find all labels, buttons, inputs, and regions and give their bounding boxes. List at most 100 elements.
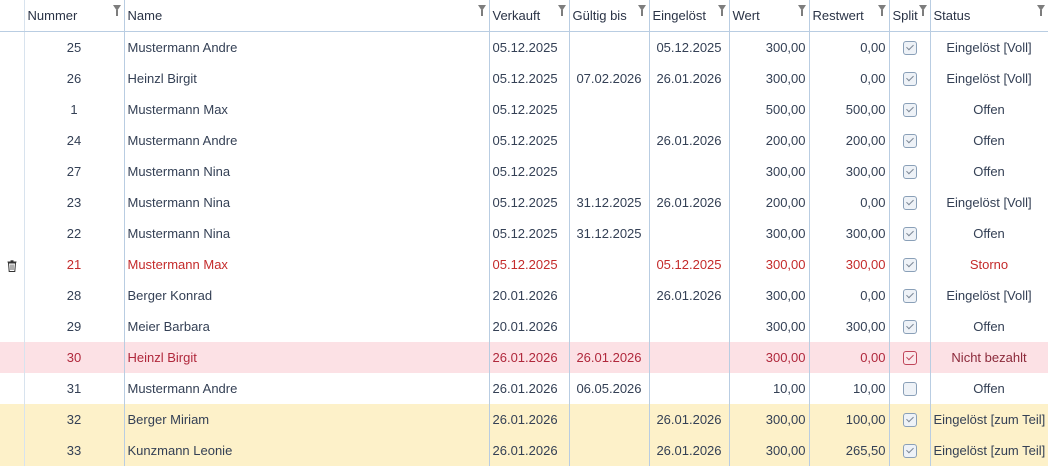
cell-status: Offen	[930, 156, 1048, 187]
cell-name: Mustermann Andre	[124, 31, 490, 63]
cell-gueltig-bis	[569, 249, 650, 280]
cell-wert: 300,00	[729, 311, 810, 342]
cell-name: Mustermann Nina	[124, 156, 490, 187]
cell-gueltig-bis: 31.12.2025	[569, 218, 650, 249]
table-row[interactable]: 21 Mustermann Max 05.12.2025 05.12.2025 300,…	[0, 249, 1048, 280]
split-checkbox[interactable]	[902, 382, 917, 397]
header-label: Nummer	[27, 8, 78, 23]
cell-eingeloest: 26.01.2026	[649, 63, 730, 94]
cell-name: Mustermann Nina	[124, 218, 490, 249]
cell-gueltig-bis	[569, 280, 650, 311]
cell-nummer: 27	[24, 156, 125, 187]
cell-verkauft: 20.01.2026	[489, 311, 570, 342]
header-wert[interactable]: Wert	[729, 0, 810, 32]
voucher-table: Nummer Name Verkauft Gültig bis Eingelös…	[0, 0, 1048, 466]
cell-split	[889, 94, 931, 125]
header-label: Name	[127, 8, 163, 23]
split-checkbox[interactable]	[902, 289, 917, 304]
split-checkbox[interactable]	[902, 165, 917, 180]
row-action-cell	[0, 125, 25, 156]
split-checkbox[interactable]	[902, 227, 917, 242]
filter-icon[interactable]	[112, 5, 121, 16]
table-row[interactable]: 29 Meier Barbara 20.01.2026 300,00 300,00 Off…	[0, 311, 1048, 342]
cell-name: Kunzmann Leonie	[124, 435, 490, 466]
filter-icon[interactable]	[717, 5, 726, 16]
header-label: Eingelöst	[652, 8, 706, 23]
split-checkbox[interactable]	[902, 320, 917, 335]
split-checkbox[interactable]	[902, 72, 917, 87]
cell-gueltig-bis: 31.12.2025	[569, 187, 650, 218]
cell-eingeloest	[649, 218, 730, 249]
split-checkbox[interactable]	[902, 103, 917, 118]
cell-verkauft: 26.01.2026	[489, 342, 570, 373]
trash-icon[interactable]	[7, 259, 17, 272]
table-row[interactable]: 33 Kunzmann Leonie 26.01.2026 26.01.2026 300…	[0, 435, 1048, 466]
cell-split	[889, 125, 931, 156]
table-row[interactable]: 27 Mustermann Nina 05.12.2025 300,00 300,00 O…	[0, 156, 1048, 187]
cell-nummer: 29	[24, 311, 125, 342]
table-row[interactable]: 1 Mustermann Max 05.12.2025 500,00 500,00 Off…	[0, 94, 1048, 125]
row-action-cell	[0, 156, 25, 187]
split-checkbox[interactable]	[902, 413, 917, 428]
filter-icon[interactable]	[1036, 5, 1045, 16]
cell-split	[889, 435, 931, 466]
split-checkbox[interactable]	[902, 351, 917, 366]
cell-split	[889, 404, 931, 435]
filter-icon[interactable]	[477, 5, 486, 16]
split-checkbox[interactable]	[902, 41, 917, 56]
cell-gueltig-bis: 07.02.2026	[569, 63, 650, 94]
cell-verkauft: 05.12.2025	[489, 218, 570, 249]
table-row[interactable]: 32 Berger Miriam 26.01.2026 26.01.2026 300,0…	[0, 404, 1048, 435]
cell-gueltig-bis	[569, 311, 650, 342]
cell-nummer: 23	[24, 187, 125, 218]
header-eingeloest[interactable]: Eingelöst	[649, 0, 730, 32]
header-spacer	[0, 0, 25, 32]
cell-nummer: 26	[24, 63, 125, 94]
header-restwert[interactable]: Restwert	[809, 0, 890, 32]
header-verkauft[interactable]: Verkauft	[489, 0, 570, 32]
cell-status: Eingelöst [Voll]	[930, 31, 1048, 63]
table-row[interactable]: 26 Heinzl Birgit 05.12.2025 07.02.2026 26.01…	[0, 63, 1048, 94]
table-row[interactable]: 30 Heinzl Birgit 26.01.2026 26.01.2026 300,0…	[0, 342, 1048, 373]
table-row[interactable]: 24 Mustermann Andre 05.12.2025 26.01.2026 20…	[0, 125, 1048, 156]
cell-wert: 300,00	[729, 280, 810, 311]
cell-eingeloest: 26.01.2026	[649, 435, 730, 466]
split-checkbox[interactable]	[902, 196, 917, 211]
cell-wert: 300,00	[729, 404, 810, 435]
split-checkbox[interactable]	[902, 444, 917, 459]
table-row[interactable]: 25 Mustermann Andre 05.12.2025 05.12.2025 30…	[0, 31, 1048, 63]
filter-icon[interactable]	[918, 5, 927, 16]
header-row: Nummer Name Verkauft Gültig bis Eingelös…	[0, 0, 1048, 32]
cell-status: Storno	[930, 249, 1048, 280]
header-nummer[interactable]: Nummer	[24, 0, 125, 32]
header-gueltig-bis[interactable]: Gültig bis	[569, 0, 650, 32]
row-action-cell	[0, 94, 25, 125]
table-row[interactable]: 28 Berger Konrad 20.01.2026 26.01.2026 300,0…	[0, 280, 1048, 311]
cell-split	[889, 342, 931, 373]
header-split[interactable]: Split	[889, 0, 931, 32]
split-checkbox[interactable]	[902, 258, 917, 273]
table-row[interactable]: 22 Mustermann Nina 05.12.2025 31.12.2025 300…	[0, 218, 1048, 249]
cell-eingeloest	[649, 311, 730, 342]
cell-restwert: 265,50	[809, 435, 890, 466]
filter-icon[interactable]	[877, 5, 886, 16]
table-row[interactable]: 23 Mustermann Nina 05.12.2025 31.12.2025 26.…	[0, 187, 1048, 218]
cell-gueltig-bis: 06.05.2026	[569, 373, 650, 404]
table-row[interactable]: 31 Mustermann Andre 26.01.2026 06.05.2026 10…	[0, 373, 1048, 404]
header-status[interactable]: Status	[930, 0, 1048, 32]
cell-wert: 10,00	[729, 373, 810, 404]
filter-icon[interactable]	[637, 5, 646, 16]
cell-verkauft: 26.01.2026	[489, 373, 570, 404]
header-name[interactable]: Name	[124, 0, 490, 32]
cell-wert: 300,00	[729, 31, 810, 63]
filter-icon[interactable]	[797, 5, 806, 16]
cell-verkauft: 05.12.2025	[489, 125, 570, 156]
cell-status: Eingelöst [Voll]	[930, 280, 1048, 311]
cell-eingeloest	[649, 373, 730, 404]
header-label: Split	[892, 8, 918, 23]
cell-eingeloest: 05.12.2025	[649, 249, 730, 280]
split-checkbox[interactable]	[902, 134, 917, 149]
filter-icon[interactable]	[557, 5, 566, 16]
cell-nummer: 33	[24, 435, 125, 466]
cell-wert: 500,00	[729, 94, 810, 125]
